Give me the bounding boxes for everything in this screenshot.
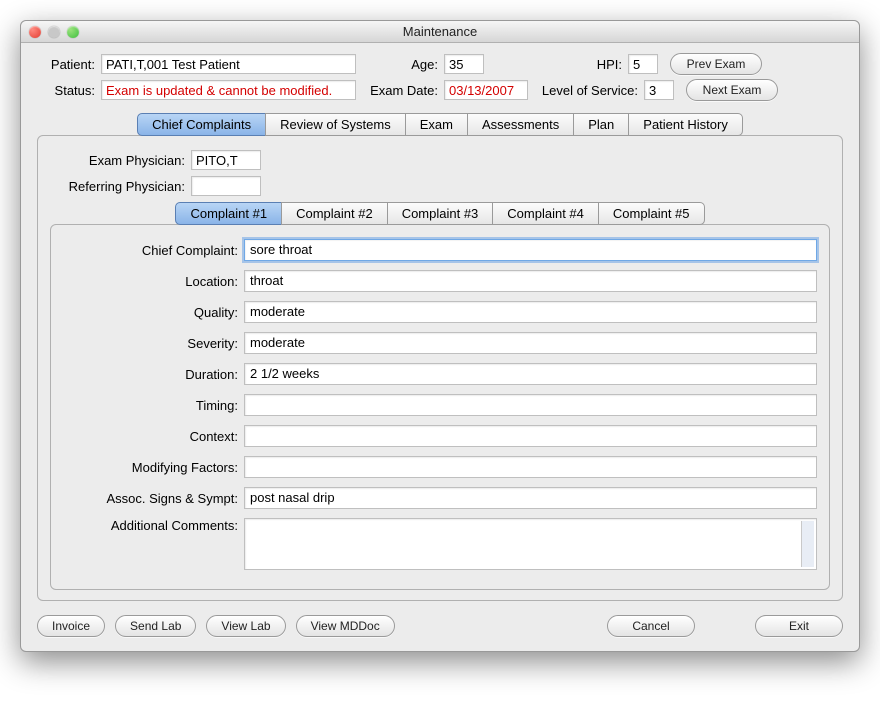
titlebar: Maintenance — [21, 21, 859, 43]
modifying-factors-field[interactable] — [244, 456, 817, 478]
prev-exam-button[interactable]: Prev Exam — [670, 53, 762, 75]
tab-exam[interactable]: Exam — [405, 113, 468, 136]
duration-field[interactable]: 2 1/2 weeks — [244, 363, 817, 385]
window-content: Patient: PATI,T,001 Test Patient Age: 35… — [21, 43, 859, 651]
cancel-button[interactable]: Cancel — [607, 615, 695, 637]
severity-label: Severity: — [63, 336, 238, 351]
complaint-tabbar: Complaint #1 Complaint #2 Complaint #3 C… — [50, 202, 830, 225]
severity-field[interactable]: moderate — [244, 332, 817, 354]
chief-complaint-field[interactable]: sore throat — [244, 239, 817, 261]
additional-comments-field[interactable] — [244, 518, 817, 570]
next-exam-button[interactable]: Next Exam — [686, 79, 778, 101]
footer-bar: Invoice Send Lab View Lab View MDDoc Can… — [37, 615, 843, 637]
tab-complaint-4[interactable]: Complaint #4 — [492, 202, 599, 225]
tab-complaint-5[interactable]: Complaint #5 — [598, 202, 705, 225]
age-field[interactable]: 35 — [444, 54, 484, 74]
tab-complaint-1[interactable]: Complaint #1 — [175, 202, 282, 225]
duration-label: Duration: — [63, 367, 238, 382]
exam-date-field[interactable]: 03/13/2007 — [444, 80, 528, 100]
tab-review-of-systems[interactable]: Review of Systems — [265, 113, 406, 136]
timing-label: Timing: — [63, 398, 238, 413]
quality-label: Quality: — [63, 305, 238, 320]
level-of-service-label: Level of Service: — [534, 83, 638, 98]
tab-complaint-2[interactable]: Complaint #2 — [281, 202, 388, 225]
level-of-service-field[interactable]: 3 — [644, 80, 674, 100]
additional-comments-label: Additional Comments: — [63, 518, 238, 533]
referring-physician-label: Referring Physician: — [50, 179, 185, 194]
exam-physician-field[interactable]: PITO,T — [191, 150, 261, 170]
exam-date-label: Exam Date: — [362, 83, 438, 98]
view-mddoc-button[interactable]: View MDDoc — [296, 615, 395, 637]
age-label: Age: — [398, 57, 438, 72]
app-window: Maintenance Patient: PATI,T,001 Test Pat… — [20, 20, 860, 652]
context-label: Context: — [63, 429, 238, 444]
status-label: Status: — [37, 83, 95, 98]
view-lab-button[interactable]: View Lab — [206, 615, 285, 637]
chief-complaint-label: Chief Complaint: — [63, 243, 238, 258]
tab-chief-complaints[interactable]: Chief Complaints — [137, 113, 266, 136]
send-lab-button[interactable]: Send Lab — [115, 615, 196, 637]
invoice-button[interactable]: Invoice — [37, 615, 105, 637]
exit-button[interactable]: Exit — [755, 615, 843, 637]
chief-complaints-panel: Exam Physician: PITO,T Referring Physici… — [37, 135, 843, 601]
patient-label: Patient: — [37, 57, 95, 72]
assoc-signs-label: Assoc. Signs & Sympt: — [63, 491, 238, 506]
referring-physician-field[interactable] — [191, 176, 261, 196]
tab-plan[interactable]: Plan — [573, 113, 629, 136]
hpi-field[interactable]: 5 — [628, 54, 658, 74]
patient-field[interactable]: PATI,T,001 Test Patient — [101, 54, 356, 74]
exam-physician-label: Exam Physician: — [50, 153, 185, 168]
location-label: Location: — [63, 274, 238, 289]
assoc-signs-field[interactable]: post nasal drip — [244, 487, 817, 509]
modifying-factors-label: Modifying Factors: — [63, 460, 238, 475]
tab-complaint-3[interactable]: Complaint #3 — [387, 202, 494, 225]
tab-assessments[interactable]: Assessments — [467, 113, 574, 136]
quality-field[interactable]: moderate — [244, 301, 817, 323]
context-field[interactable] — [244, 425, 817, 447]
window-title: Maintenance — [21, 24, 859, 39]
main-tabbar: Chief Complaints Review of Systems Exam … — [37, 113, 843, 136]
location-field[interactable]: throat — [244, 270, 817, 292]
timing-field[interactable] — [244, 394, 817, 416]
complaint-panel: Chief Complaint: sore throat Location: t… — [50, 224, 830, 590]
tab-patient-history[interactable]: Patient History — [628, 113, 743, 136]
status-field: Exam is updated & cannot be modified. — [101, 80, 356, 100]
hpi-label: HPI: — [590, 57, 622, 72]
